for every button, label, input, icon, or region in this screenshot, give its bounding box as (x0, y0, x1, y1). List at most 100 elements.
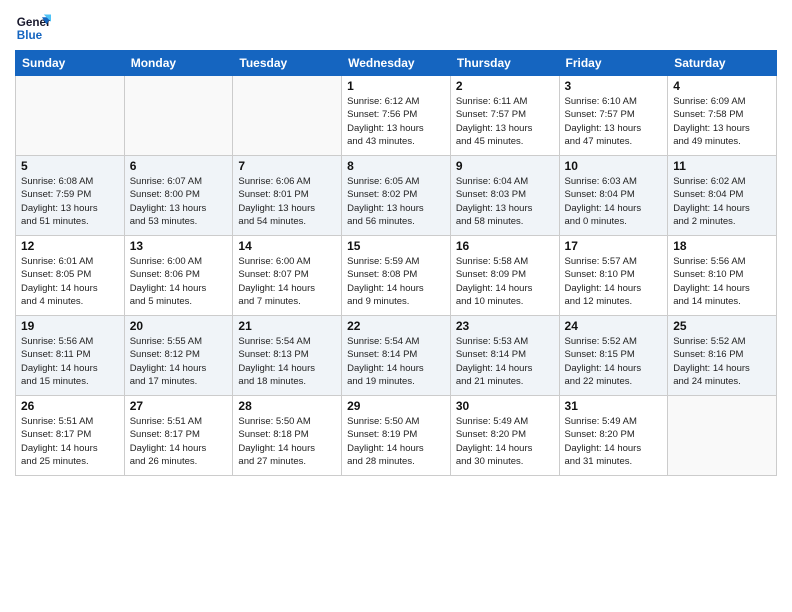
day-number: 3 (565, 79, 663, 93)
day-number: 6 (130, 159, 228, 173)
day-info: Sunrise: 5:58 AM Sunset: 8:09 PM Dayligh… (456, 255, 554, 308)
day-info: Sunrise: 5:56 AM Sunset: 8:10 PM Dayligh… (673, 255, 771, 308)
calendar-cell: 26Sunrise: 5:51 AM Sunset: 8:17 PM Dayli… (16, 396, 125, 476)
calendar-week-row: 1 Sunrise: 6:12 AM Sunset: 7:56 PM Daylig… (16, 76, 777, 156)
day-number: 24 (565, 319, 663, 333)
day-number: 15 (347, 239, 445, 253)
day-info: Sunrise: 5:55 AM Sunset: 8:12 PM Dayligh… (130, 335, 228, 388)
calendar-cell (668, 396, 777, 476)
svg-text:Blue: Blue (17, 29, 43, 42)
day-info: Sunrise: 6:09 AM Sunset: 7:58 PM Dayligh… (673, 95, 771, 148)
day-info: Sunrise: 5:59 AM Sunset: 8:08 PM Dayligh… (347, 255, 445, 308)
day-info: Sunrise: 5:52 AM Sunset: 8:15 PM Dayligh… (565, 335, 663, 388)
day-info: Sunrise: 6:06 AM Sunset: 8:01 PM Dayligh… (238, 175, 336, 228)
day-number: 30 (456, 399, 554, 413)
day-number: 12 (21, 239, 119, 253)
logo: General Blue (15, 10, 51, 46)
day-number: 19 (21, 319, 119, 333)
calendar-cell: 8Sunrise: 6:05 AM Sunset: 8:02 PM Daylig… (342, 156, 451, 236)
day-number: 13 (130, 239, 228, 253)
calendar-cell: 24 Sunrise: 5:52 AM Sunset: 8:15 PM Dayli… (559, 316, 668, 396)
day-info: Sunrise: 5:49 AM Sunset: 8:20 PM Dayligh… (456, 415, 554, 468)
calendar-cell: 19 Sunrise: 5:56 AM Sunset: 8:11 PM Dayli… (16, 316, 125, 396)
calendar-cell: 11 Sunrise: 6:02 AM Sunset: 8:04 PM Dayli… (668, 156, 777, 236)
calendar-cell: 2 Sunrise: 6:11 AM Sunset: 7:57 PM Daylig… (450, 76, 559, 156)
day-number: 1 (347, 79, 445, 93)
day-number: 2 (456, 79, 554, 93)
weekday-header-saturday: Saturday (668, 51, 777, 76)
day-info: Sunrise: 5:49 AM Sunset: 8:20 PM Dayligh… (565, 415, 663, 468)
day-info: Sunrise: 5:50 AM Sunset: 8:18 PM Dayligh… (238, 415, 336, 468)
weekday-header-wednesday: Wednesday (342, 51, 451, 76)
calendar-cell: 22 Sunrise: 5:54 AM Sunset: 8:14 PM Dayli… (342, 316, 451, 396)
calendar-cell: 13 Sunrise: 6:00 AM Sunset: 8:06 PM Dayli… (124, 236, 233, 316)
day-info: Sunrise: 5:54 AM Sunset: 8:13 PM Dayligh… (238, 335, 336, 388)
calendar-cell: 3Sunrise: 6:10 AM Sunset: 7:57 PM Daylig… (559, 76, 668, 156)
day-info: Sunrise: 6:07 AM Sunset: 8:00 PM Dayligh… (130, 175, 228, 228)
day-number: 26 (21, 399, 119, 413)
day-info: Sunrise: 5:54 AM Sunset: 8:14 PM Dayligh… (347, 335, 445, 388)
day-number: 27 (130, 399, 228, 413)
calendar-table: SundayMondayTuesdayWednesdayThursdayFrid… (15, 50, 777, 476)
day-info: Sunrise: 6:01 AM Sunset: 8:05 PM Dayligh… (21, 255, 119, 308)
header: General Blue (15, 10, 777, 46)
calendar-cell: 1 Sunrise: 6:12 AM Sunset: 7:56 PM Daylig… (342, 76, 451, 156)
day-info: Sunrise: 6:00 AM Sunset: 8:07 PM Dayligh… (238, 255, 336, 308)
day-info: Sunrise: 5:52 AM Sunset: 8:16 PM Dayligh… (673, 335, 771, 388)
day-number: 21 (238, 319, 336, 333)
day-number: 4 (673, 79, 771, 93)
day-number: 14 (238, 239, 336, 253)
weekday-header-row: SundayMondayTuesdayWednesdayThursdayFrid… (16, 51, 777, 76)
day-info: Sunrise: 5:56 AM Sunset: 8:11 PM Dayligh… (21, 335, 119, 388)
weekday-header-tuesday: Tuesday (233, 51, 342, 76)
day-number: 9 (456, 159, 554, 173)
day-number: 10 (565, 159, 663, 173)
day-info: Sunrise: 6:12 AM Sunset: 7:56 PM Dayligh… (347, 95, 445, 148)
day-info: Sunrise: 6:11 AM Sunset: 7:57 PM Dayligh… (456, 95, 554, 148)
day-info: Sunrise: 5:57 AM Sunset: 8:10 PM Dayligh… (565, 255, 663, 308)
calendar-cell: 21 Sunrise: 5:54 AM Sunset: 8:13 PM Dayli… (233, 316, 342, 396)
day-info: Sunrise: 6:04 AM Sunset: 8:03 PM Dayligh… (456, 175, 554, 228)
day-number: 11 (673, 159, 771, 173)
calendar-week-row: 26 Sunrise: 5:51 AM Sunset: 8:17 PM Dayli… (16, 396, 777, 476)
calendar-cell: 28Sunrise: 5:50 AM Sunset: 8:18 PM Dayli… (233, 396, 342, 476)
day-number: 29 (347, 399, 445, 413)
day-number: 18 (673, 239, 771, 253)
calendar-cell (16, 76, 125, 156)
weekday-header-sunday: Sunday (16, 51, 125, 76)
calendar-cell: 7Sunrise: 6:06 AM Sunset: 8:01 PM Daylig… (233, 156, 342, 236)
calendar-week-row: 5 Sunrise: 6:08 AM Sunset: 7:59 PM Daylig… (16, 156, 777, 236)
day-number: 20 (130, 319, 228, 333)
calendar-cell (233, 76, 342, 156)
calendar-week-row: 19 Sunrise: 5:56 AM Sunset: 8:11 PM Dayli… (16, 316, 777, 396)
day-info: Sunrise: 6:08 AM Sunset: 7:59 PM Dayligh… (21, 175, 119, 228)
calendar-cell: 23 Sunrise: 5:53 AM Sunset: 8:14 PM Dayli… (450, 316, 559, 396)
day-info: Sunrise: 6:03 AM Sunset: 8:04 PM Dayligh… (565, 175, 663, 228)
day-number: 17 (565, 239, 663, 253)
day-info: Sunrise: 5:51 AM Sunset: 8:17 PM Dayligh… (130, 415, 228, 468)
calendar-cell: 25Sunrise: 5:52 AM Sunset: 8:16 PM Dayli… (668, 316, 777, 396)
logo-icon: General Blue (15, 10, 51, 46)
page-container: General Blue SundayMondayTuesdayWednesda… (0, 0, 792, 481)
calendar-cell: 10 Sunrise: 6:03 AM Sunset: 8:04 PM Dayli… (559, 156, 668, 236)
calendar-cell: 30 Sunrise: 5:49 AM Sunset: 8:20 PM Dayli… (450, 396, 559, 476)
day-info: Sunrise: 6:00 AM Sunset: 8:06 PM Dayligh… (130, 255, 228, 308)
day-number: 23 (456, 319, 554, 333)
weekday-header-thursday: Thursday (450, 51, 559, 76)
calendar-cell: 20 Sunrise: 5:55 AM Sunset: 8:12 PM Dayli… (124, 316, 233, 396)
calendar-cell: 9 Sunrise: 6:04 AM Sunset: 8:03 PM Daylig… (450, 156, 559, 236)
day-info: Sunrise: 5:53 AM Sunset: 8:14 PM Dayligh… (456, 335, 554, 388)
weekday-header-friday: Friday (559, 51, 668, 76)
calendar-cell: 18 Sunrise: 5:56 AM Sunset: 8:10 PM Dayli… (668, 236, 777, 316)
calendar-cell: 6 Sunrise: 6:07 AM Sunset: 8:00 PM Daylig… (124, 156, 233, 236)
calendar-cell (124, 76, 233, 156)
day-info: Sunrise: 6:02 AM Sunset: 8:04 PM Dayligh… (673, 175, 771, 228)
calendar-cell: 29Sunrise: 5:50 AM Sunset: 8:19 PM Dayli… (342, 396, 451, 476)
calendar-cell: 4 Sunrise: 6:09 AM Sunset: 7:58 PM Daylig… (668, 76, 777, 156)
day-number: 16 (456, 239, 554, 253)
calendar-cell: 14 Sunrise: 6:00 AM Sunset: 8:07 PM Dayli… (233, 236, 342, 316)
day-number: 5 (21, 159, 119, 173)
day-number: 22 (347, 319, 445, 333)
calendar-cell: 5 Sunrise: 6:08 AM Sunset: 7:59 PM Daylig… (16, 156, 125, 236)
weekday-header-monday: Monday (124, 51, 233, 76)
